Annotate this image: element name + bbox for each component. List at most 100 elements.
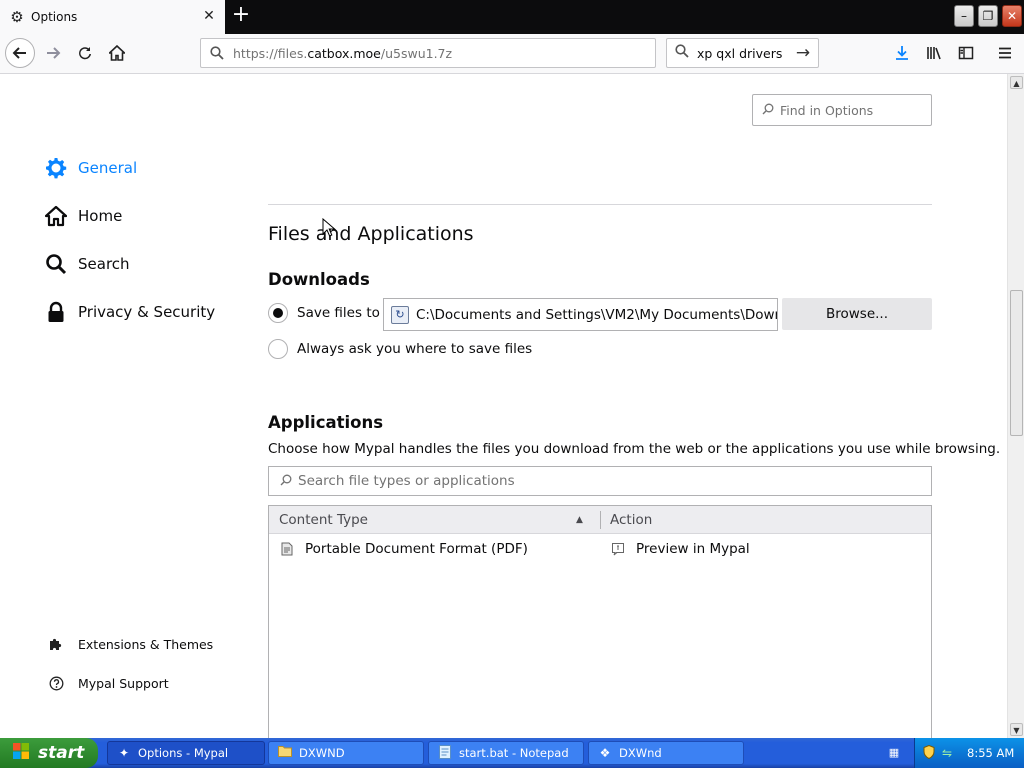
category-search[interactable]: Search	[44, 250, 130, 278]
tab-strip: ⚙ Options ✕ + – ❐ ✕	[0, 0, 1024, 34]
applications-heading: Applications	[268, 413, 384, 432]
folder-icon	[277, 745, 293, 761]
category-label: Search	[78, 255, 130, 273]
taskbar-item-label: start.bat - Notepad	[459, 746, 569, 760]
keyboard-icon[interactable]: ▦	[886, 746, 902, 760]
start-button[interactable]: start	[0, 738, 98, 768]
notepad-icon	[437, 745, 453, 761]
network-icon[interactable]: ⇋	[939, 745, 955, 761]
search-icon	[44, 252, 68, 276]
nav-bar: https://files.catbox.moe/u5swu1.7z xp qx…	[0, 34, 1024, 74]
folder-icon: ↻	[391, 305, 409, 324]
action-label: Preview in Mypal	[636, 541, 750, 557]
column-header-content-type[interactable]: Content Type	[279, 506, 368, 534]
taskbar-item-dxwnd[interactable]: ❖ DXWnd	[588, 741, 744, 765]
action-cell[interactable]: Preview in Mypal	[610, 534, 750, 564]
table-header: Content Type ▲ Action	[269, 506, 931, 534]
section-divider	[268, 204, 932, 205]
category-privacy-security[interactable]: Privacy & Security	[44, 298, 215, 326]
url-host: catbox.moe	[307, 45, 381, 61]
window-restore-button[interactable]: ❐	[978, 5, 998, 27]
tab-options[interactable]: ⚙ Options ✕	[0, 0, 225, 34]
table-row[interactable]: Portable Document Format (PDF) Preview i…	[269, 534, 931, 564]
save-files-label: Save files to	[297, 305, 380, 321]
taskbar-item-options-mypal[interactable]: ✦ Options - Mypal	[107, 741, 265, 765]
taskbar-item-notepad[interactable]: start.bat - Notepad	[428, 741, 584, 765]
taskbar-item-label: Options - Mypal	[138, 746, 229, 760]
applications-table: Content Type ▲ Action Portable Document …	[268, 505, 932, 738]
home-icon	[44, 204, 68, 228]
category-label: Privacy & Security	[78, 303, 216, 321]
mypal-support-link[interactable]: Mypal Support	[48, 673, 169, 693]
find-in-options-placeholder: Find in Options	[780, 102, 874, 118]
section-title: Files and Applications	[268, 223, 474, 245]
search-file-types-input[interactable]: Search file types or applications	[268, 466, 932, 496]
search-file-types-placeholder: Search file types or applications	[298, 473, 515, 489]
mypal-support-label: Mypal Support	[78, 675, 169, 691]
always-ask-radio[interactable]	[268, 339, 288, 359]
arrow-right-icon[interactable]: →	[794, 44, 812, 62]
help-icon	[48, 675, 64, 691]
sidebar-icon[interactable]	[955, 42, 977, 64]
extensions-themes-label: Extensions & Themes	[78, 636, 214, 652]
extensions-themes-link[interactable]: Extensions & Themes	[48, 634, 213, 654]
search-icon	[762, 103, 774, 118]
save-files-radio-row[interactable]: Save files to	[268, 302, 380, 324]
search-icon	[280, 474, 292, 489]
search-icon	[209, 45, 225, 61]
radio-selected-dot	[273, 308, 283, 318]
forward-button[interactable]	[38, 38, 68, 68]
category-label: General	[78, 159, 138, 177]
taskbar-item-label: DXWND	[299, 746, 345, 760]
preview-icon	[610, 541, 626, 557]
hamburger-menu-icon[interactable]	[994, 42, 1016, 64]
category-home[interactable]: Home	[44, 202, 122, 230]
scroll-thumb[interactable]	[1010, 290, 1023, 436]
applications-description: Choose how Mypal handles the files you d…	[268, 441, 1001, 457]
page-scrollbar[interactable]: ▲ ▼	[1007, 74, 1024, 738]
library-icon[interactable]	[923, 42, 945, 64]
gear-icon: ⚙	[10, 8, 24, 26]
download-icon[interactable]	[891, 42, 913, 64]
mypal-icon: ✦	[118, 746, 130, 760]
home-button[interactable]	[102, 38, 132, 68]
window-minimize-button[interactable]: –	[954, 5, 974, 27]
download-folder-path: C:\Documents and Settings\VM2\My Documen…	[416, 306, 777, 323]
scroll-down-arrow-icon[interactable]: ▼	[1010, 723, 1023, 736]
system-tray: ⇋ 8:55 AM	[914, 738, 1024, 768]
reload-button[interactable]	[70, 38, 100, 68]
sort-ascending-icon: ▲	[576, 515, 583, 525]
scroll-up-arrow-icon[interactable]: ▲	[1010, 76, 1023, 89]
download-folder-field[interactable]: ↻ C:\Documents and Settings\VM2\My Docum…	[383, 298, 778, 331]
home-icon	[109, 45, 125, 61]
search-icon	[675, 44, 689, 62]
content-type-label: Portable Document Format (PDF)	[305, 541, 528, 557]
start-label: start	[38, 743, 85, 763]
browse-button[interactable]: Browse...	[782, 298, 932, 330]
tab-close-icon[interactable]: ✕	[201, 8, 217, 24]
shield-icon[interactable]	[921, 744, 937, 761]
downloads-heading: Downloads	[268, 270, 370, 289]
puzzle-icon	[48, 636, 64, 652]
url-prefix: https://files.	[233, 45, 308, 61]
url-bar[interactable]: https://files.catbox.moe/u5swu1.7z	[200, 38, 656, 68]
new-tab-button[interactable]: +	[229, 4, 253, 28]
taskbar-item-dxwnd-folder[interactable]: DXWND	[268, 741, 424, 765]
category-general[interactable]: General	[44, 154, 137, 182]
lock-icon	[44, 300, 68, 324]
options-page: Find in Options General Home Search Priv…	[0, 74, 1007, 738]
window-close-button[interactable]: ✕	[1002, 5, 1022, 27]
column-separator[interactable]	[600, 511, 601, 529]
search-text: xp qxl drivers	[697, 45, 783, 61]
column-header-action[interactable]: Action	[610, 506, 652, 534]
reload-icon	[79, 47, 91, 60]
arrow-left-icon	[12, 47, 26, 59]
pdf-icon	[279, 541, 295, 557]
search-bar[interactable]: xp qxl drivers →	[666, 38, 819, 68]
save-files-radio[interactable]	[268, 303, 288, 323]
clock[interactable]: 8:55 AM	[967, 746, 1014, 760]
taskbar: start ✦ Options - Mypal DXWND start.bat …	[0, 738, 1024, 768]
back-button[interactable]	[5, 38, 35, 68]
always-ask-radio-row[interactable]: Always ask you where to save files	[268, 338, 532, 360]
find-in-options-input[interactable]: Find in Options	[752, 94, 932, 126]
